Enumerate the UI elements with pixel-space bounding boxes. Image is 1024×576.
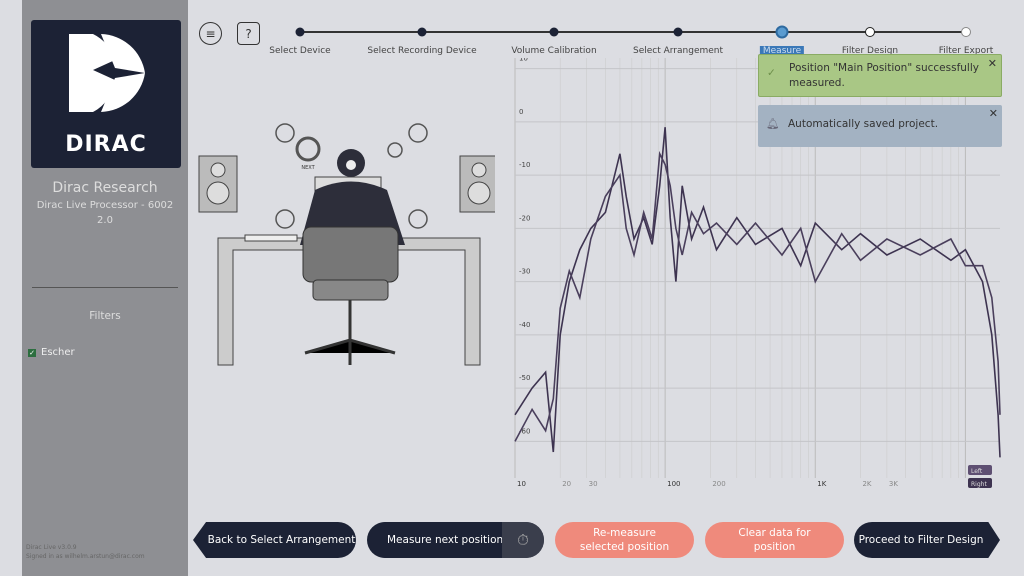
checkbox-checked-icon[interactable]: ✓ bbox=[28, 348, 36, 357]
x-tick-label: 1K bbox=[817, 480, 826, 488]
divider bbox=[32, 287, 178, 288]
proceed-button[interactable]: Proceed to Filter Design bbox=[854, 522, 1000, 558]
x-tick-label: 200 bbox=[712, 480, 725, 488]
x-tick-label: 10 bbox=[517, 480, 526, 488]
x-tick-label: 3K bbox=[889, 480, 898, 488]
close-icon[interactable]: ✕ bbox=[988, 57, 997, 70]
remeasure-label: Re-measure selected position bbox=[579, 527, 670, 553]
stopwatch-icon: ⏱ bbox=[502, 522, 544, 558]
response-curve-right bbox=[514, 150, 1001, 442]
step-label[interactable]: Select Recording Device bbox=[367, 46, 476, 56]
close-icon[interactable]: ✕ bbox=[989, 107, 998, 120]
check-icon: ✓ bbox=[767, 67, 776, 79]
back-label: Back to Select Arrangement bbox=[207, 534, 356, 546]
legend-label: Left bbox=[971, 468, 983, 475]
y-tick-label: 0 bbox=[519, 108, 523, 116]
footer: Dirac Live v3.0.9 Signed in as wilhelm.a… bbox=[26, 543, 145, 561]
step-dot[interactable] bbox=[673, 27, 683, 37]
step-dot[interactable] bbox=[295, 27, 305, 37]
dirac-mark-icon bbox=[69, 34, 145, 112]
clear-label: Clear data for position bbox=[738, 527, 811, 553]
product-version: 2.0 bbox=[97, 215, 113, 226]
response-curve-left bbox=[514, 127, 1001, 458]
x-tick-label: 20 bbox=[562, 480, 571, 488]
step-dot[interactable] bbox=[775, 25, 789, 39]
clear-data-button[interactable]: Clear data for position bbox=[705, 522, 844, 558]
logo-text: DIRAC bbox=[65, 132, 147, 157]
dirac-logo: DIRAC bbox=[31, 20, 181, 168]
filters-heading: Filters bbox=[89, 310, 121, 322]
y-tick-label: -50 bbox=[519, 374, 530, 382]
signed-in-text: Signed in as wilhelm.arstun@dirac.com bbox=[26, 553, 145, 560]
x-tick-label: 2K bbox=[862, 480, 871, 488]
y-tick-label: -30 bbox=[519, 268, 530, 276]
filter-item-escher[interactable]: ✓ Escher bbox=[28, 347, 75, 358]
toast-info: 🔔︎ Automatically saved project. ✕ bbox=[758, 105, 1002, 147]
help-button[interactable]: ? bbox=[237, 22, 260, 45]
next-label: NEXT bbox=[301, 165, 315, 171]
filter-label: Escher bbox=[41, 347, 75, 358]
x-tick-label: 100 bbox=[667, 480, 680, 488]
toast-text: Automatically saved project. bbox=[788, 118, 939, 130]
sidebar: DIRAC Dirac Research Dirac Live Processo… bbox=[22, 0, 188, 576]
y-tick-label: -10 bbox=[519, 161, 530, 169]
measure-next-label: Measure next position bbox=[387, 534, 504, 546]
proceed-label: Proceed to Filter Design bbox=[858, 534, 984, 546]
app-version: Dirac Live v3.0.9 bbox=[26, 544, 77, 551]
measure-next-button[interactable]: Measure next position ⏱ bbox=[367, 522, 544, 558]
help-icon: ? bbox=[245, 26, 252, 41]
y-tick-label: 10 bbox=[519, 58, 528, 63]
step-label[interactable]: Select Device bbox=[269, 46, 330, 56]
back-button[interactable]: Back to Select Arrangement bbox=[193, 522, 356, 558]
step-dot[interactable] bbox=[865, 27, 875, 37]
step-label[interactable]: Volume Calibration bbox=[511, 46, 596, 56]
legend-label: Right bbox=[971, 481, 987, 488]
product-name: Dirac Live Processor - 6002 bbox=[36, 200, 174, 211]
remeasure-button[interactable]: Re-measure selected position bbox=[555, 522, 694, 558]
room-illustration: NEXT bbox=[198, 123, 495, 366]
hamburger-icon: ≡ bbox=[205, 26, 216, 41]
step-dot[interactable] bbox=[961, 27, 971, 37]
y-tick-label: -40 bbox=[519, 321, 530, 329]
toast-text: Position "Main Position" successfully me… bbox=[789, 62, 979, 89]
y-tick-label: -20 bbox=[519, 214, 530, 222]
step-label[interactable]: Select Arrangement bbox=[633, 46, 723, 56]
menu-button[interactable]: ≡ bbox=[199, 22, 222, 45]
step-dot[interactable] bbox=[549, 27, 559, 37]
step-dot[interactable] bbox=[417, 27, 427, 37]
x-tick-label: 30 bbox=[589, 480, 598, 488]
company-name: Dirac Research bbox=[52, 180, 158, 196]
toast-success: ✓ Position "Main Position" successfully … bbox=[758, 54, 1002, 97]
bell-icon: 🔔︎ bbox=[766, 118, 780, 130]
